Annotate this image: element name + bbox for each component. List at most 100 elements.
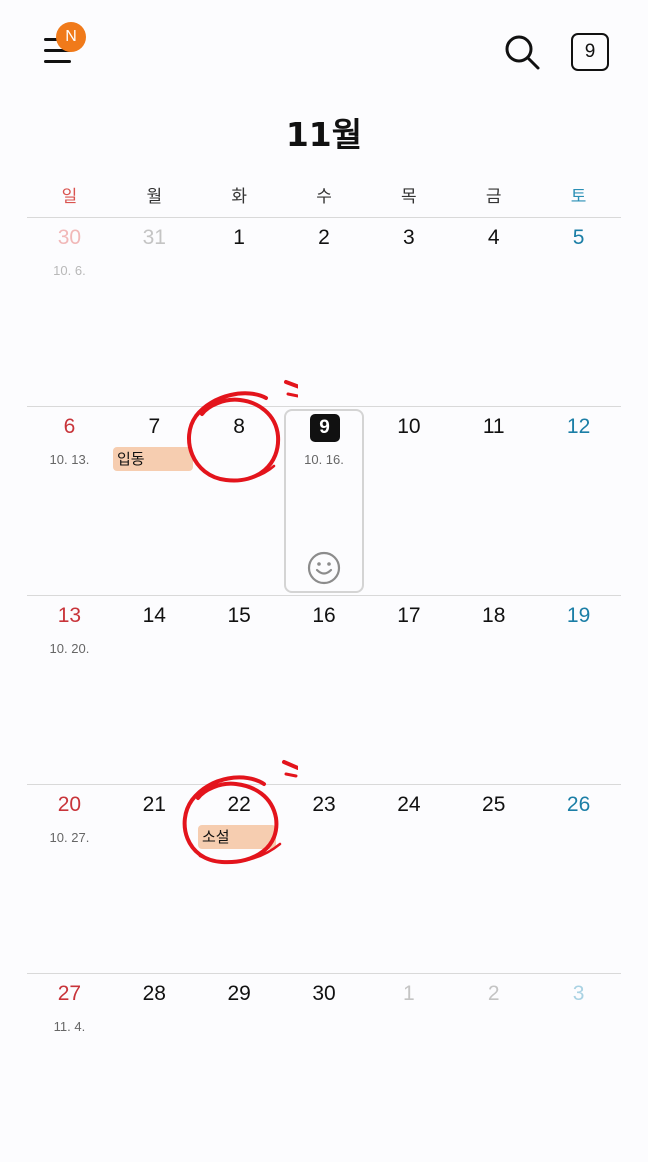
day-cell[interactable]: 26 <box>536 785 621 973</box>
day-cell[interactable]: 12 <box>536 407 621 595</box>
lunar-date: 10. 20. <box>49 641 90 656</box>
day-number: 21 <box>142 793 166 816</box>
day-cell[interactable]: 25 <box>451 785 536 973</box>
day-number: 1 <box>233 226 245 249</box>
day-cell[interactable]: 21 <box>112 785 197 973</box>
day-cell[interactable]: 29 <box>197 974 282 1162</box>
weekday-thu: 목 <box>401 187 417 207</box>
day-number: 4 <box>487 226 500 249</box>
today-day-number: 9 <box>309 414 340 442</box>
event-ipdong[interactable]: 입동 <box>113 447 193 471</box>
day-cell[interactable]: 28 <box>112 974 197 1162</box>
day-number: 18 <box>482 604 506 627</box>
day-cell[interactable]: 7 <box>112 407 197 595</box>
search-button[interactable] <box>502 32 542 72</box>
day-cell[interactable]: 23 <box>282 785 367 973</box>
day-number: 10 <box>397 415 421 438</box>
day-number: 20 <box>57 793 82 816</box>
day-number: 8 <box>233 415 245 438</box>
day-cell[interactable]: 30 <box>282 974 367 1162</box>
lunar-date: 10. 27. <box>49 830 90 845</box>
day-number: 12 <box>566 415 591 438</box>
day-number: 1 <box>403 982 415 1005</box>
day-number: 29 <box>227 982 251 1005</box>
weekday-sat: 토 <box>570 187 587 207</box>
week-row: 20 10. 27. 21 22 23 24 25 26 소설 <box>27 784 621 973</box>
day-number: 30 <box>312 982 336 1005</box>
day-number: 7 <box>148 415 161 438</box>
weekday-mon: 월 <box>146 187 163 207</box>
day-cell[interactable]: 5 <box>536 218 621 406</box>
weekday-header: 일 월 화 수 목 금 토 <box>27 182 621 212</box>
day-number: 2 <box>318 226 330 249</box>
day-number: 11 <box>482 415 505 438</box>
day-cell[interactable]: 11 <box>451 407 536 595</box>
day-cell[interactable]: 14 <box>112 596 197 784</box>
day-cell[interactable]: 30 10. 6. <box>27 218 112 406</box>
lunar-date: 10. 6. <box>53 263 86 278</box>
day-number: 30 <box>57 226 82 249</box>
smiley-face-icon[interactable] <box>307 551 341 585</box>
day-number: 13 <box>57 604 82 627</box>
day-cell[interactable]: 3 <box>536 974 621 1162</box>
day-cell[interactable]: 15 <box>197 596 282 784</box>
day-number: 2 <box>487 982 500 1005</box>
search-icon <box>505 35 540 70</box>
day-cell[interactable]: 17 <box>366 596 451 784</box>
day-cell[interactable]: 18 <box>451 596 536 784</box>
today-button[interactable]: 9 <box>571 33 609 71</box>
day-cell[interactable]: 6 10. 13. <box>27 407 112 595</box>
lunar-date: 11. 4. <box>53 1019 86 1034</box>
week-row: 13 10. 20. 14 15 16 17 18 19 <box>27 595 621 784</box>
day-cell[interactable]: 27 11. 4. <box>27 974 112 1162</box>
week-row: 6 10. 13. 7 8 9 10. 16. 10 11 12 입동 <box>27 406 621 595</box>
day-cell[interactable]: 8 <box>197 407 282 595</box>
day-number: 3 <box>572 982 585 1005</box>
weekday-fri: 금 <box>485 187 502 207</box>
weekday-tue: 화 <box>231 187 247 207</box>
day-number: 25 <box>482 793 506 816</box>
week-row: 30 10. 6. 31 1 2 3 4 5 <box>27 217 621 406</box>
day-number: 15 <box>227 604 251 627</box>
day-cell-today[interactable]: 9 10. 16. <box>282 407 367 595</box>
day-cell[interactable]: 16 <box>282 596 367 784</box>
lunar-date: 10. 16. <box>304 452 344 467</box>
top-bar: N 9 <box>0 0 648 100</box>
month-title[interactable]: 11월 <box>0 108 648 156</box>
day-number: 17 <box>397 604 421 627</box>
day-cell[interactable]: 3 <box>366 218 451 406</box>
day-number: 6 <box>63 415 76 438</box>
day-cell[interactable]: 31 <box>112 218 197 406</box>
day-number: 5 <box>572 226 585 249</box>
day-cell[interactable]: 1 <box>366 974 451 1162</box>
day-cell[interactable]: 20 10. 27. <box>27 785 112 973</box>
calendar-grid: 30 10. 6. 31 1 2 3 4 5 6 10. 13. 7 8 9 1… <box>27 217 621 1162</box>
day-number: 19 <box>566 604 591 627</box>
week-row: 27 11. 4. 28 29 30 1 2 3 <box>27 973 621 1162</box>
notification-badge: N <box>56 22 86 52</box>
day-number: 26 <box>566 793 591 816</box>
day-cell[interactable]: 19 <box>536 596 621 784</box>
weekday-sun: 일 <box>61 187 78 207</box>
day-number: 14 <box>142 604 166 627</box>
day-cell[interactable]: 2 <box>282 218 367 406</box>
day-cell[interactable]: 13 10. 20. <box>27 596 112 784</box>
day-number: 24 <box>397 793 421 816</box>
day-cell[interactable]: 2 <box>451 974 536 1162</box>
day-number: 31 <box>142 226 166 249</box>
day-cell[interactable]: 10 <box>366 407 451 595</box>
day-number: 27 <box>57 982 82 1005</box>
event-soseol[interactable]: 소설 <box>198 825 276 849</box>
day-number: 16 <box>312 604 336 627</box>
weekday-wed: 수 <box>316 187 332 207</box>
day-number: 28 <box>142 982 166 1005</box>
day-number: 3 <box>403 226 415 249</box>
day-cell[interactable]: 1 <box>197 218 282 406</box>
day-cell[interactable]: 4 <box>451 218 536 406</box>
lunar-date: 10. 13. <box>49 452 90 467</box>
day-cell[interactable]: 22 <box>197 785 282 973</box>
day-number: 22 <box>227 793 251 816</box>
day-number: 23 <box>312 793 336 816</box>
day-cell[interactable]: 24 <box>366 785 451 973</box>
hamburger-menu-icon-line <box>44 60 71 63</box>
